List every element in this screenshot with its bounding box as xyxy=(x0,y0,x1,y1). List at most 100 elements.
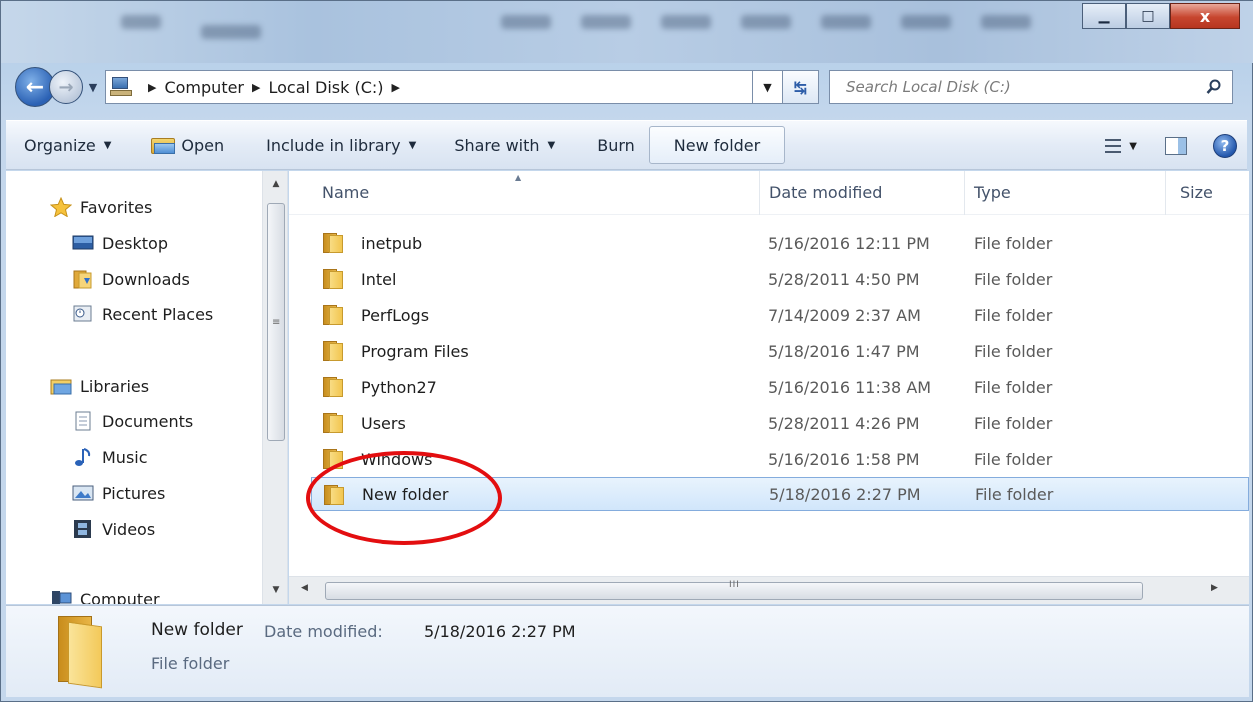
nav-item-downloads[interactable]: Downloads xyxy=(72,263,190,295)
chevron-down-icon: ▼ xyxy=(763,80,772,94)
details-date: 5/18/2016 2:27 PM xyxy=(424,622,576,641)
organize-button[interactable]: Organize ▼ xyxy=(14,127,121,163)
address-bar[interactable]: ▶ Computer ▶ Local Disk (C:) ▶ xyxy=(105,70,753,104)
share-with-button[interactable]: Share with ▼ xyxy=(444,127,565,163)
desktop-icon xyxy=(72,235,94,250)
nav-item-recent-places[interactable]: Recent Places xyxy=(72,298,213,330)
search-icon[interactable] xyxy=(1206,79,1222,95)
file-name: inetpub xyxy=(361,233,423,253)
folder-icon xyxy=(323,341,343,361)
blurred-ribbon xyxy=(581,15,631,29)
share-label: Share with xyxy=(454,135,540,155)
nav-item-music[interactable]: Music xyxy=(72,441,148,473)
file-type: File folder xyxy=(975,484,1054,504)
file-name: Users xyxy=(361,413,406,433)
close-button[interactable]: x xyxy=(1170,3,1240,29)
chevron-down-icon[interactable]: ▼ xyxy=(1129,141,1137,152)
open-folder-icon xyxy=(151,136,176,154)
nav-label: Videos xyxy=(102,519,156,539)
scroll-down-icon[interactable]: ▼ xyxy=(263,585,287,595)
details-pane: New folder Date modified: 5/18/2016 2:27… xyxy=(6,605,1249,697)
nav-item-pictures[interactable]: Pictures xyxy=(72,477,165,509)
file-date: 5/18/2016 2:27 PM xyxy=(769,484,921,504)
column-date-header[interactable]: Date modified xyxy=(769,183,882,202)
folder-icon xyxy=(323,305,343,325)
file-row[interactable]: Intel 5/28/2011 4:50 PM File folder xyxy=(311,262,1249,296)
breadcrumb-computer[interactable]: Computer xyxy=(164,78,244,97)
file-row[interactable]: PerfLogs 7/14/2009 2:37 AM File folder xyxy=(311,298,1249,332)
nav-label: Favorites xyxy=(80,197,153,217)
maximize-icon: □ xyxy=(1141,8,1155,24)
chevron-down-icon: ▼ xyxy=(408,139,417,151)
back-arrow-icon: ← xyxy=(25,74,45,100)
nav-scrollbar[interactable]: ▲ ≡ ▼ xyxy=(262,171,287,604)
title-bar xyxy=(1,1,1253,63)
file-type: File folder xyxy=(974,269,1053,289)
file-type: File folder xyxy=(974,341,1053,361)
column-type-header[interactable]: Type xyxy=(974,183,1011,202)
nav-item-libraries[interactable]: Libraries xyxy=(50,370,149,402)
blurred-ribbon xyxy=(981,15,1031,29)
computer-icon xyxy=(52,591,72,604)
file-date: 7/14/2009 2:37 AM xyxy=(768,305,921,325)
burn-button[interactable]: Burn xyxy=(587,127,645,163)
file-row[interactable]: Python27 5/16/2016 11:38 AM File folder xyxy=(311,370,1249,404)
navigation-pane: Favorites Desktop Downloads Recent Place… xyxy=(6,171,288,604)
breadcrumb-separator-icon[interactable]: ▶ xyxy=(148,81,156,94)
details-type: File folder xyxy=(151,654,230,673)
file-type: File folder xyxy=(974,449,1053,469)
file-name: Program Files xyxy=(361,341,469,361)
file-row[interactable]: Program Files 5/18/2016 1:47 PM File fol… xyxy=(311,334,1249,368)
refresh-button[interactable]: ↹ xyxy=(783,70,819,104)
pictures-icon xyxy=(72,485,94,501)
scroll-left-icon[interactable]: ◀ xyxy=(301,583,308,593)
column-divider[interactable] xyxy=(1165,171,1166,215)
column-size-header[interactable]: Size xyxy=(1180,183,1213,202)
views-icon[interactable] xyxy=(1105,139,1122,153)
horizontal-scrollbar[interactable]: ◀ III ▶ xyxy=(289,576,1249,604)
include-in-library-button[interactable]: Include in library ▼ xyxy=(256,127,426,163)
include-label: Include in library xyxy=(266,135,401,155)
maximize-button[interactable]: □ xyxy=(1126,3,1170,29)
file-row[interactable]: Users 5/28/2011 4:26 PM File folder xyxy=(311,406,1249,440)
minimize-button[interactable]: ▁ xyxy=(1082,3,1126,29)
nav-item-favorites[interactable]: Favorites xyxy=(50,191,152,223)
refresh-icon: ↹ xyxy=(793,77,808,97)
recent-places-icon xyxy=(73,305,92,322)
recent-pages-dropdown[interactable]: ▼ xyxy=(85,81,101,94)
nav-item-videos[interactable]: Videos xyxy=(72,513,155,545)
nav-item-documents[interactable]: Documents xyxy=(72,405,193,437)
nav-label: Libraries xyxy=(80,376,150,396)
open-button[interactable]: Open xyxy=(141,127,234,163)
details-date-label: Date modified: xyxy=(264,622,383,641)
scroll-right-icon[interactable]: ▶ xyxy=(1211,583,1218,593)
forward-button[interactable]: → xyxy=(49,70,83,104)
breadcrumb-separator-icon[interactable]: ▶ xyxy=(392,81,400,94)
search-box[interactable] xyxy=(829,70,1233,104)
search-input[interactable] xyxy=(846,78,1176,96)
new-folder-button[interactable]: New folder xyxy=(648,126,786,164)
column-divider[interactable] xyxy=(964,171,965,215)
blurred-ribbon xyxy=(201,25,261,39)
breadcrumb-local-disk[interactable]: Local Disk (C:) xyxy=(268,78,383,97)
nav-item-desktop[interactable]: Desktop xyxy=(72,227,168,259)
music-note-icon xyxy=(75,448,91,466)
folder-icon xyxy=(54,616,114,689)
file-date: 5/16/2016 1:58 PM xyxy=(768,449,920,469)
grip-icon: ≡ xyxy=(272,317,281,328)
help-icon[interactable]: ? xyxy=(1213,134,1237,158)
command-bar: Organize ▼ Open Include in library ▼ Share… xyxy=(6,120,1247,170)
nav-item-computer[interactable]: Computer xyxy=(50,583,160,604)
preview-pane-icon[interactable] xyxy=(1165,137,1187,155)
blurred-ribbon xyxy=(661,15,711,29)
minimize-icon: ▁ xyxy=(1098,8,1110,24)
breadcrumb-separator-icon[interactable]: ▶ xyxy=(252,81,260,94)
column-divider[interactable] xyxy=(759,171,760,215)
nav-label: Recent Places xyxy=(102,304,214,324)
column-name-header[interactable]: Name xyxy=(322,183,369,202)
scroll-up-icon[interactable]: ▲ xyxy=(263,179,287,189)
address-dropdown-button[interactable]: ▼ xyxy=(753,70,783,104)
file-row[interactable]: inetpub 5/16/2016 12:11 PM File folder xyxy=(311,226,1249,260)
downloads-folder-icon xyxy=(73,270,92,289)
file-type: File folder xyxy=(974,233,1053,253)
